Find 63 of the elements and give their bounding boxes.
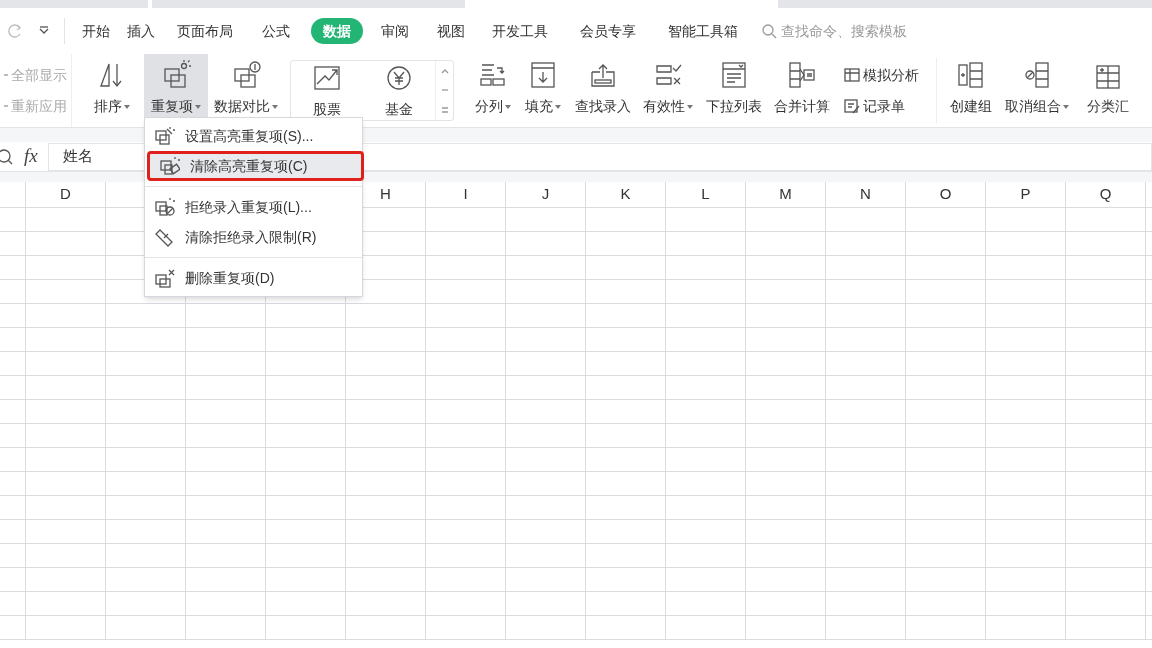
eraser-icon <box>155 227 175 247</box>
form-pen-icon <box>844 98 860 114</box>
column-header[interactable]: H <box>380 183 391 206</box>
ribbon-button[interactable]: 排序 <box>80 54 144 127</box>
ribbon-button[interactable]: 分类汇 <box>1075 54 1141 127</box>
column-header[interactable]: D <box>60 183 71 206</box>
menu-tab[interactable]: 开始 <box>75 18 117 44</box>
gallery-button[interactable]: 基金 <box>363 61 435 120</box>
menu-item[interactable]: 清除拒绝录入限制(R) <box>145 222 362 252</box>
menu-tab[interactable]: 会员专享 <box>561 18 655 44</box>
ribbon-button[interactable]: 取消组合 <box>999 54 1075 127</box>
dash-icon <box>4 74 8 76</box>
delete-squares-icon <box>155 268 175 288</box>
scroll-down-icon <box>440 87 449 94</box>
function-label: fx <box>24 144 38 169</box>
menu-item[interactable]: 拒绝录入重复项(L)... <box>145 192 362 222</box>
menu-item[interactable]: 删除重复项(D) <box>145 263 362 293</box>
yen-icon <box>384 63 414 93</box>
menu-tab[interactable]: 开发工具 <box>479 18 561 44</box>
group-plus-icon <box>956 60 986 90</box>
expand-icon <box>440 107 449 114</box>
search-field[interactable]: 查找命令、搜索模板 <box>761 18 931 44</box>
ribbon-button[interactable]: 模拟分析 <box>844 64 926 86</box>
column-header[interactable]: J <box>541 183 550 206</box>
ribbon-button[interactable]: 下拉列表 <box>700 54 768 127</box>
gallery-button[interactable]: 股票 <box>291 61 363 120</box>
column-header[interactable]: M <box>779 183 792 206</box>
zoom-icon <box>0 147 14 166</box>
merge-table-icon <box>787 60 817 90</box>
menu-tab[interactable]: 智能工具箱 <box>655 18 751 44</box>
ribbon-button[interactable]: 有效性 <box>636 54 700 127</box>
table-icon <box>844 67 860 83</box>
line-chart-icon <box>312 63 342 93</box>
list-window-icon <box>719 60 749 90</box>
compare-squares-icon <box>231 60 261 90</box>
column-header[interactable]: L <box>701 183 710 206</box>
search-icon <box>761 23 777 39</box>
menu-tab[interactable]: 插入 <box>117 18 165 44</box>
menu-tab[interactable]: 视图 <box>423 18 479 44</box>
overlap-squares-icon <box>161 60 191 90</box>
column-header[interactable]: N <box>860 183 871 206</box>
ribbon-button[interactable]: 合并计算 <box>768 54 836 127</box>
group-minus-icon <box>1022 60 1052 90</box>
column-header[interactable]: Q <box>1099 183 1112 206</box>
eraser-squares-icon <box>160 156 180 176</box>
menu-tab[interactable]: 页面布局 <box>165 18 245 44</box>
menu-item[interactable]: 清除高亮重复项(C) <box>147 151 364 181</box>
highlight-squares-icon <box>155 126 175 146</box>
dash-icon <box>4 105 8 107</box>
column-header[interactable]: K <box>620 183 631 206</box>
ribbon-button[interactable]: 查找录入 <box>570 54 636 127</box>
menu-tab[interactable]: 公式 <box>245 18 307 44</box>
column-header[interactable]: I <box>463 183 468 206</box>
ribbon-button[interactable]: 填充 <box>516 54 570 127</box>
down-arrow-box-icon <box>528 60 558 90</box>
column-header[interactable]: O <box>939 183 952 206</box>
ribbon-button[interactable]: 分列 <box>470 54 516 127</box>
scroll-up-icon <box>440 67 449 74</box>
blocked-squares-icon <box>155 197 175 217</box>
ribbon-button[interactable]: 创建组 <box>943 54 999 127</box>
menu-tab[interactable]: 审阅 <box>367 18 423 44</box>
ribbon-button[interactable]: 记录单 <box>844 95 926 117</box>
column-header[interactable]: P <box>1020 183 1031 206</box>
